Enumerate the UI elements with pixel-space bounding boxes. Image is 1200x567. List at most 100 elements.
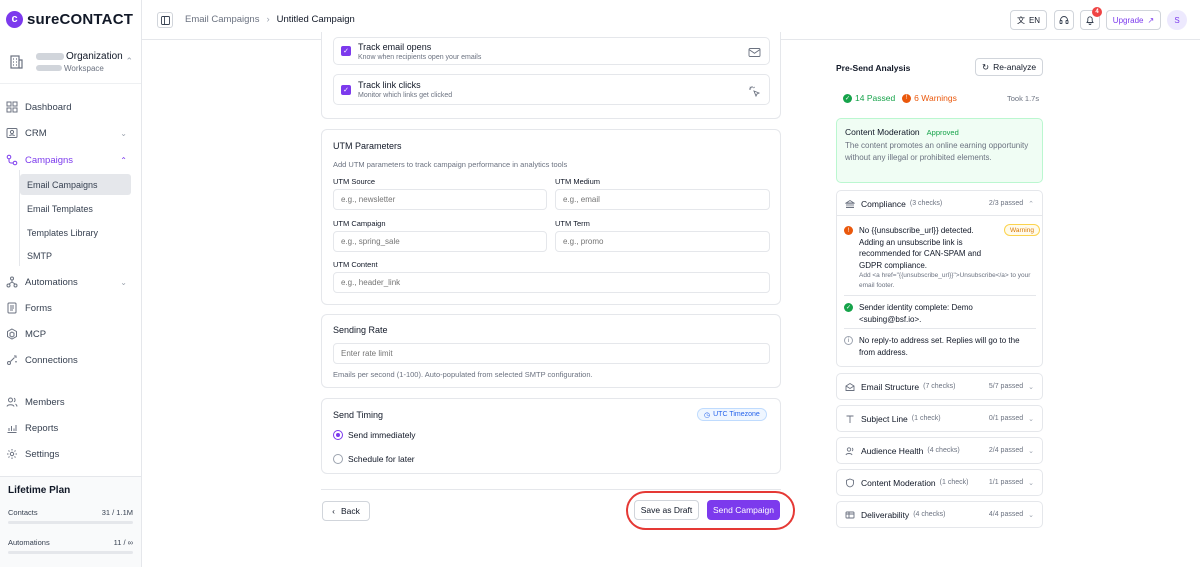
refresh-icon: ↻ — [981, 61, 990, 72]
notification-count: 4 — [1092, 7, 1102, 17]
chevron-down-icon: ⌄ — [120, 128, 127, 138]
section-title: Content Moderation — [861, 477, 936, 488]
compliance-issue-unsubscribe: ! No {{unsubscribe_url}} detected. Addin… — [844, 225, 1034, 295]
compliance-issue-reply-to: i No reply-to address set. Replies will … — [844, 335, 1034, 359]
mcp-icon — [7, 328, 17, 340]
actions-divider — [321, 489, 781, 490]
section-content-moderation[interactable]: Content Moderation (1 check) 1/1 passed … — [836, 469, 1043, 496]
save-draft-button[interactable]: Save as Draft — [634, 500, 699, 520]
brand-name: sureCONTACT — [27, 10, 134, 28]
rate-help-text: Emails per second (1-100). Auto-populate… — [333, 370, 593, 379]
section-passed: 4/4 passed — [988, 511, 1024, 518]
track-opens-desc: Know when recipients open your emails — [358, 53, 482, 61]
contacts-label: Contacts — [8, 508, 38, 517]
sidebar-item-members[interactable]: Members — [0, 390, 141, 414]
language-button[interactable]: 文 EN — [1010, 10, 1047, 30]
plan-title: Lifetime Plan — [8, 485, 71, 496]
org-switcher[interactable]: Organization Workspace ⌃ — [0, 40, 141, 84]
support-button[interactable] — [1054, 10, 1074, 30]
compliance-checks: (3 checks) — [909, 200, 943, 207]
mail-open-icon — [845, 382, 855, 391]
breadcrumb-current: Untitled Campaign — [276, 14, 355, 25]
sidebar-item-settings[interactable]: Settings — [0, 442, 141, 466]
sidebar-item-connections[interactable]: Connections — [0, 348, 141, 372]
content-moderation-result: Content Moderation Approved The content … — [836, 118, 1043, 183]
gear-icon — [7, 449, 17, 459]
check-circle-icon: ✓ — [843, 93, 852, 103]
issue-divider — [844, 328, 1036, 329]
warning-icon: ! — [902, 93, 912, 103]
section-passed: 5/7 passed — [988, 383, 1024, 390]
track-opens-title: Track email opens — [358, 41, 432, 52]
sidebar-item-label: Reports — [25, 422, 59, 434]
chevron-down-icon: ⌄ — [1028, 383, 1034, 391]
track-clicks-checkbox[interactable]: ✓ — [341, 84, 351, 95]
sidebar-item-forms[interactable]: Forms — [0, 296, 141, 320]
upgrade-button[interactable]: Upgrade ↗ — [1106, 10, 1161, 30]
sidebar-toggle-button[interactable] — [157, 12, 173, 28]
contact-card-icon — [6, 128, 18, 138]
utm-term-input[interactable] — [555, 231, 770, 252]
utm-source-input[interactable] — [333, 189, 547, 210]
schedule-later-option[interactable]: Schedule for later — [333, 454, 415, 464]
section-subject-line[interactable]: Subject Line (1 check) 0/1 passed ⌄ — [836, 405, 1043, 432]
warning-badge: Warning — [1004, 224, 1040, 236]
info-icon: i — [844, 336, 853, 345]
brand-logo[interactable]: c sureCONTACT — [6, 9, 133, 29]
sidebar-subitem-email-campaigns[interactable]: Email Campaigns — [20, 174, 131, 195]
sidebar-item-mcp[interactable]: MCP — [0, 322, 141, 346]
sidebar-item-label: Members — [25, 396, 65, 408]
sidebar-item-automations[interactable]: Automations ⌄ — [0, 270, 141, 294]
breadcrumb-parent[interactable]: Email Campaigns — [185, 14, 259, 25]
compliance-header[interactable]: Compliance (3 checks) 2/3 passed ⌃ — [837, 191, 1042, 216]
utm-content-input[interactable] — [333, 272, 770, 293]
sidebar-item-campaigns[interactable]: Campaigns ⌃ — [0, 148, 141, 172]
notifications-button[interactable]: 4 — [1080, 7, 1102, 30]
sidebar-subitem-email-templates[interactable]: Email Templates — [20, 198, 131, 219]
send-immediately-label: Send immediately — [348, 430, 416, 440]
schedule-later-radio[interactable] — [333, 454, 343, 464]
section-deliverability[interactable]: Deliverability (4 checks) 4/4 passed ⌄ — [836, 501, 1043, 528]
plan-usage: Lifetime Plan Contacts 31 / 1.1M Automati… — [0, 476, 141, 567]
sidebar-item-dashboard[interactable]: Dashboard — [0, 95, 141, 119]
connections-icon — [7, 355, 17, 365]
section-email-structure[interactable]: Email Structure (7 checks) 5/7 passed ⌄ — [836, 373, 1043, 400]
timezone-badge: ◷ UTC Timezone — [697, 408, 767, 421]
send-immediately-radio[interactable] — [333, 430, 343, 440]
utm-campaign-input[interactable] — [333, 231, 547, 252]
reanalyze-label: Re-analyze — [993, 62, 1037, 72]
section-checks: (4 checks) — [927, 447, 960, 454]
section-passed: 1/1 passed — [988, 479, 1024, 486]
section-title: Deliverability — [861, 509, 910, 520]
track-opens-option[interactable]: ✓ Track email opens Know when recipients… — [333, 37, 770, 65]
compliance-issue-sender: ✓ Sender identity complete: Demo <subing… — [844, 302, 1034, 326]
section-title: Audience Health — [861, 445, 924, 456]
rate-limit-input[interactable] — [333, 343, 770, 364]
utm-medium-input[interactable] — [555, 189, 770, 210]
text-icon — [846, 415, 854, 423]
avatar[interactable]: S — [1167, 10, 1187, 30]
sidebar-subitem-smtp[interactable]: SMTP — [20, 245, 131, 266]
automations-progress — [8, 551, 133, 554]
moderation-status: Approved — [926, 127, 959, 137]
section-checks: (1 check) — [911, 415, 941, 422]
sidebar-item-crm[interactable]: CRM ⌄ — [0, 121, 141, 145]
section-checks: (7 checks) — [923, 383, 956, 390]
utm-term-label: UTM Term — [555, 219, 590, 228]
warning-icon: ! — [844, 226, 853, 235]
track-clicks-option[interactable]: ✓ Track link clicks Monitor which links … — [333, 74, 770, 105]
send-campaign-button[interactable]: Send Campaign — [707, 500, 780, 520]
sidebar-subitem-templates-library[interactable]: Templates Library — [20, 222, 131, 243]
track-opens-checkbox[interactable]: ✓ — [341, 46, 351, 56]
reanalyze-button[interactable]: ↻ Re-analyze — [975, 58, 1043, 76]
sidebar-item-reports[interactable]: Reports — [0, 416, 141, 440]
section-audience-health[interactable]: Audience Health (4 checks) 2/4 passed ⌄ — [836, 437, 1043, 464]
back-button[interactable]: ‹ Back — [322, 501, 370, 521]
send-immediately-option[interactable]: Send immediately — [333, 430, 416, 440]
chevron-right-icon: › — [266, 14, 270, 25]
section-passed: 2/4 passed — [988, 447, 1024, 454]
send-timing-title: Send Timing — [333, 410, 384, 420]
sidebar-item-label: Campaigns — [25, 154, 74, 166]
logo-icon: c — [6, 10, 23, 28]
moderation-title: Content Moderation — [845, 127, 920, 137]
